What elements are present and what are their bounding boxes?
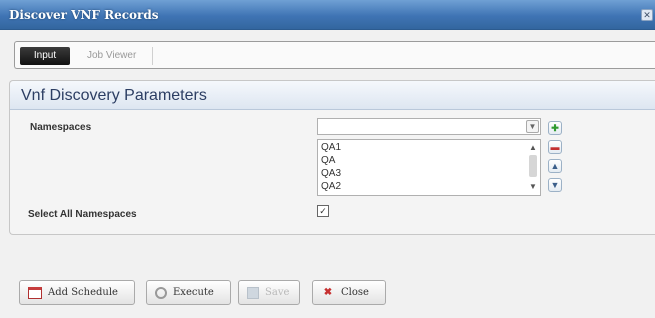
- list-item[interactable]: QA2: [321, 181, 341, 192]
- add-schedule-button[interactable]: Add Schedule: [19, 280, 135, 305]
- dialog-title: Discover VNF Records: [9, 8, 159, 22]
- execute-label: Execute: [173, 287, 214, 298]
- save-button[interactable]: Save: [238, 280, 300, 305]
- title-bar[interactable]: Discover VNF Records ✕: [0, 0, 655, 30]
- close-icon: ✖: [323, 286, 333, 298]
- scroll-up-icon[interactable]: ▲: [528, 143, 538, 153]
- vnf-discovery-parameters-panel: Vnf Discovery Parameters Namespaces ▼ QA…: [9, 80, 655, 235]
- floppy-disk-icon: [247, 286, 259, 299]
- panel-header: Vnf Discovery Parameters: [10, 81, 655, 110]
- save-label: Save: [265, 287, 290, 298]
- close-icon[interactable]: ✕: [641, 9, 653, 21]
- calendar-icon: [28, 286, 42, 299]
- remove-icon[interactable]: ▬: [548, 140, 562, 154]
- add-icon[interactable]: ✚: [548, 121, 562, 135]
- panel-title: Vnf Discovery Parameters: [21, 87, 207, 104]
- list-item[interactable]: QA3: [321, 168, 341, 179]
- tab-input[interactable]: Input: [20, 47, 70, 65]
- scroll-down-icon[interactable]: ▼: [528, 182, 538, 192]
- select-all-namespaces-label: Select All Namespaces: [28, 209, 137, 220]
- scrollbar-thumb[interactable]: [529, 155, 537, 177]
- gear-icon: [155, 286, 167, 299]
- list-item[interactable]: QA: [321, 155, 335, 166]
- namespaces-label: Namespaces: [30, 122, 92, 133]
- list-item[interactable]: QA1: [321, 142, 341, 153]
- execute-button[interactable]: Execute: [146, 280, 231, 305]
- chevron-down-icon[interactable]: ▼: [526, 120, 539, 133]
- close-button[interactable]: ✖ Close: [312, 280, 386, 305]
- list-scrollbar[interactable]: ▲ ▼: [526, 140, 540, 195]
- namespaces-combo[interactable]: ▼: [317, 118, 541, 135]
- close-label: Close: [341, 287, 369, 298]
- namespaces-list[interactable]: QA1 QA QA3 QA2 ▲ ▼: [317, 139, 541, 196]
- select-all-namespaces-checkbox[interactable]: ✓: [317, 205, 329, 217]
- move-up-icon[interactable]: ▲: [548, 159, 562, 173]
- add-schedule-label: Add Schedule: [48, 287, 118, 298]
- move-down-icon[interactable]: ▼: [548, 178, 562, 192]
- discover-vnf-records-dialog: Discover VNF Records ✕ Input Job Viewer …: [0, 0, 655, 318]
- tab-bar: Input Job Viewer: [14, 41, 655, 69]
- tab-job-viewer[interactable]: Job Viewer: [77, 47, 153, 65]
